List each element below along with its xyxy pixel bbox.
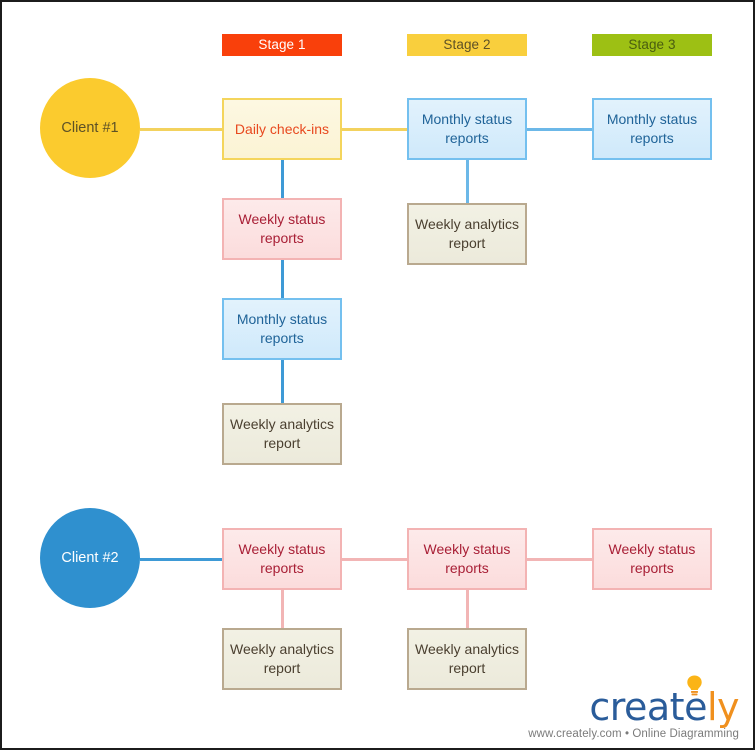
process-node-label: Weekly status reports [608, 541, 696, 576]
connector-weekly-s2-to-weekly-s3 [526, 558, 593, 561]
process-node-n1[interactable]: Daily check-ins [222, 98, 342, 160]
process-node-label: Weekly status reports [238, 541, 326, 576]
connector-weekly-s1-to-weekly-s2 [341, 558, 408, 561]
creately-wordmark: creately [528, 675, 740, 729]
process-node-n2[interactable]: Monthly status reports [407, 98, 527, 160]
stage-header-1: Stage 1 [222, 34, 342, 56]
stage-header-3: Stage 3 [592, 34, 712, 56]
connector-daily-down-weekly [281, 159, 284, 199]
process-node-n9[interactable]: Weekly status reports [407, 528, 527, 590]
connector-monthly-s2-down-analytics [466, 159, 469, 204]
process-node-n5[interactable]: Weekly analytics report [407, 203, 527, 265]
process-node-n11[interactable]: Weekly analytics report [222, 628, 342, 690]
logo-text-ly: ly [706, 685, 740, 729]
logo-text-creat: creat [589, 685, 685, 729]
connector-weekly-s1-down-analytics [281, 589, 284, 629]
process-node-n4[interactable]: Weekly status reports [222, 198, 342, 260]
client-node-2[interactable]: Client #2 [40, 508, 140, 608]
process-node-label: Weekly analytics report [415, 216, 520, 251]
process-node-label: Daily check-ins [234, 120, 330, 137]
process-node-label: Weekly analytics report [415, 641, 520, 676]
process-node-label: Weekly analytics report [230, 641, 335, 676]
client-node-1[interactable]: Client #1 [40, 78, 140, 178]
process-node-n3[interactable]: Monthly status reports [592, 98, 712, 160]
connector-monthly-down-analytics [281, 359, 284, 404]
process-node-label: Monthly status reports [421, 111, 513, 146]
connector-weekly-down-monthly [281, 259, 284, 299]
process-node-n8[interactable]: Weekly status reports [222, 528, 342, 590]
process-node-n7[interactable]: Weekly analytics report [222, 403, 342, 465]
lightbulb-icon [687, 675, 702, 696]
stage-header-2: Stage 2 [407, 34, 527, 56]
process-node-label: Weekly analytics report [230, 416, 335, 451]
creately-branding: creately www.creately.com • Online Diagr… [528, 675, 740, 740]
connector-client1-to-daily [140, 128, 224, 131]
connector-daily-to-monthly-s2 [341, 128, 408, 131]
connector-client2-to-weekly [140, 558, 224, 561]
process-node-n10[interactable]: Weekly status reports [592, 528, 712, 590]
process-node-label: Monthly status reports [236, 311, 328, 346]
process-node-label: Weekly status reports [238, 211, 326, 246]
connector-weekly-s2-down-analytics [466, 589, 469, 629]
process-node-n6[interactable]: Monthly status reports [222, 298, 342, 360]
diagram-canvas: Stage 1 Stage 2 Stage 3 Client #1 Client #2… [0, 0, 755, 750]
process-node-n12[interactable]: Weekly analytics report [407, 628, 527, 690]
process-node-label: Monthly status reports [606, 111, 698, 146]
process-node-label: Weekly status reports [423, 541, 511, 576]
creately-tagline: www.creately.com • Online Diagramming [528, 728, 739, 740]
connector-monthly-s2-to-monthly-s3 [526, 128, 593, 131]
